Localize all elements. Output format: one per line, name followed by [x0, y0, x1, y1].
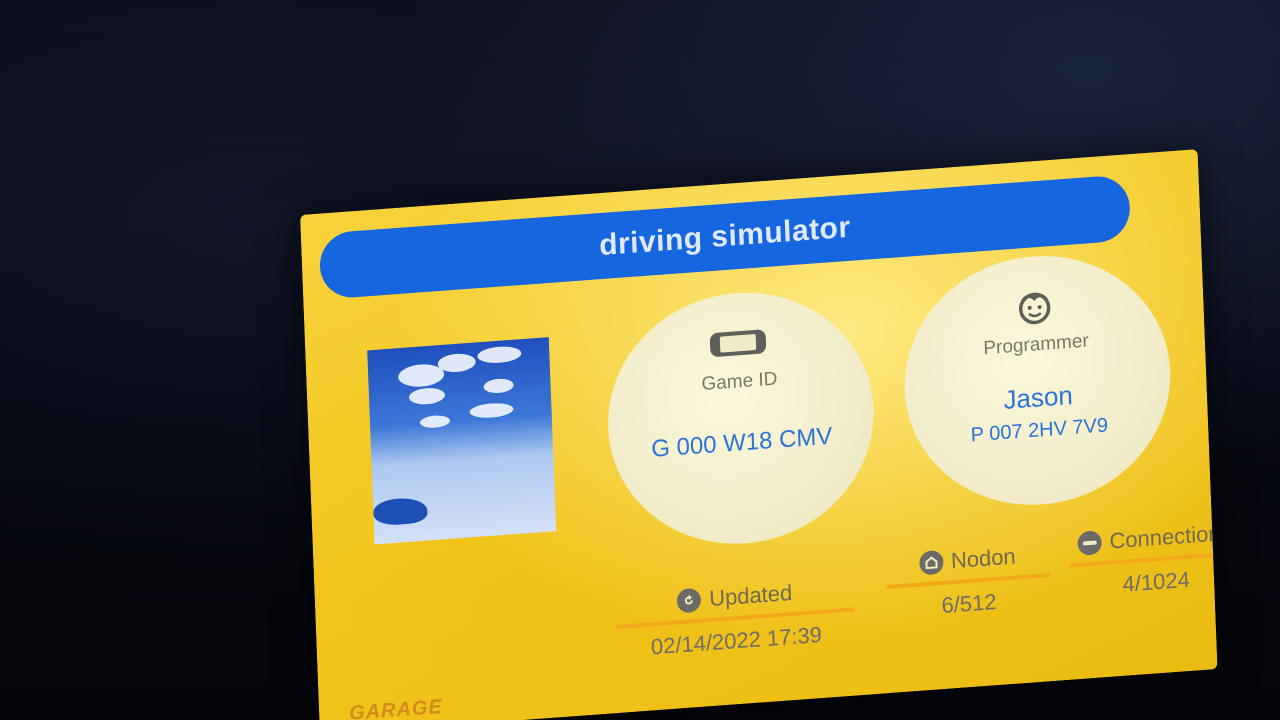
screen-wrapper: driving simulator Game ID G 000 W18 CMV — [0, 0, 1280, 720]
game-id-label: Game ID — [701, 368, 778, 396]
nodon-icon — [918, 549, 944, 576]
connection-icon — [1077, 530, 1102, 556]
programmer-name: Jason — [1002, 379, 1074, 415]
game-id-panel: Game ID G 000 W18 CMV — [603, 283, 879, 553]
smiley-face-icon — [1014, 287, 1055, 326]
game-thumbnail[interactable] — [367, 337, 557, 545]
nodon-label: Nodon — [950, 543, 1017, 574]
connections-stat: Connections 4/1024 — [1068, 519, 1218, 602]
cloud-shape — [483, 377, 514, 395]
programmer-id: P 007 2HV 7V9 — [970, 414, 1109, 447]
game-id-value: G 000 W18 CMV — [650, 422, 833, 463]
cloud-shape — [437, 352, 476, 374]
garage-logo: GARAGE — [348, 695, 444, 720]
programmer-label: Programmer — [983, 330, 1090, 360]
cloud-shape — [469, 401, 514, 420]
nodon-value: 6/512 — [941, 589, 997, 619]
console-icon — [707, 323, 768, 363]
updated-stat: Updated 02/14/2022 17:39 — [615, 575, 857, 663]
connections-value: 4/1024 — [1122, 566, 1191, 597]
terrain-shape — [372, 496, 428, 527]
nodon-stat: Nodon 6/512 — [885, 541, 1051, 623]
cloud-shape — [477, 345, 522, 365]
connections-label: Connections — [1108, 519, 1218, 554]
game-title: driving simulator — [598, 210, 852, 263]
cloud-shape — [408, 386, 446, 406]
game-info-card: driving simulator Game ID G 000 W18 CMV — [300, 149, 1218, 720]
updated-label: Updated — [708, 579, 793, 612]
programmer-panel[interactable]: Programmer Jason P 007 2HV 7V9 — [900, 246, 1175, 515]
cloud-shape — [419, 414, 451, 429]
refresh-icon — [676, 587, 702, 614]
